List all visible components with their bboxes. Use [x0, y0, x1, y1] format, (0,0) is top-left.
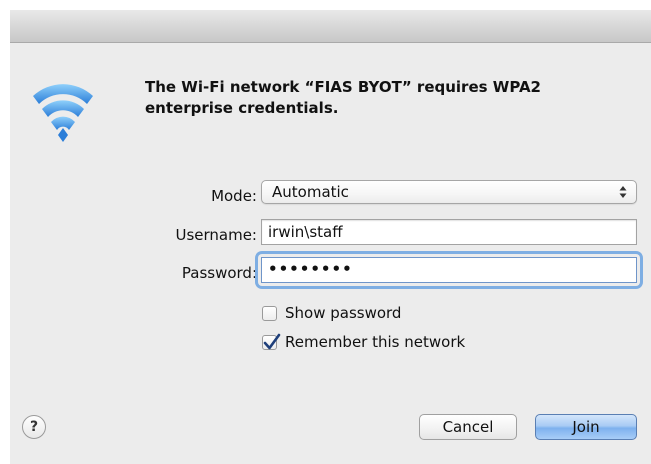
help-button[interactable]: ?	[22, 415, 46, 439]
password-focus-ring: ••••••••	[258, 254, 640, 286]
show-password-label: Show password	[285, 304, 402, 322]
wifi-credentials-dialog: The Wi-Fi network “FIAS BYOT” requires W…	[10, 10, 651, 464]
wifi-icon	[30, 74, 96, 154]
mode-value: Automatic	[272, 183, 349, 201]
password-input[interactable]: ••••••••	[261, 257, 637, 283]
show-password-checkbox[interactable]	[262, 305, 277, 321]
dialog-message: The Wi-Fi network “FIAS BYOT” requires W…	[145, 78, 541, 117]
password-label: Password:	[181, 264, 257, 282]
checkmark-icon	[263, 333, 281, 349]
cancel-button[interactable]: Cancel	[419, 414, 517, 440]
remember-network-option[interactable]: Remember this network	[262, 331, 465, 353]
username-input[interactable]	[261, 219, 637, 245]
remember-network-checkbox[interactable]	[262, 333, 281, 350]
mode-popup[interactable]: Automatic	[261, 180, 637, 204]
join-button[interactable]: Join	[535, 414, 637, 440]
title-bar[interactable]	[10, 10, 651, 43]
mode-label: Mode:	[211, 187, 257, 205]
remember-network-label: Remember this network	[285, 333, 466, 351]
up-down-arrows-icon	[618, 184, 628, 200]
username-label: Username:	[175, 226, 257, 244]
show-password-option[interactable]: Show password	[262, 302, 401, 324]
